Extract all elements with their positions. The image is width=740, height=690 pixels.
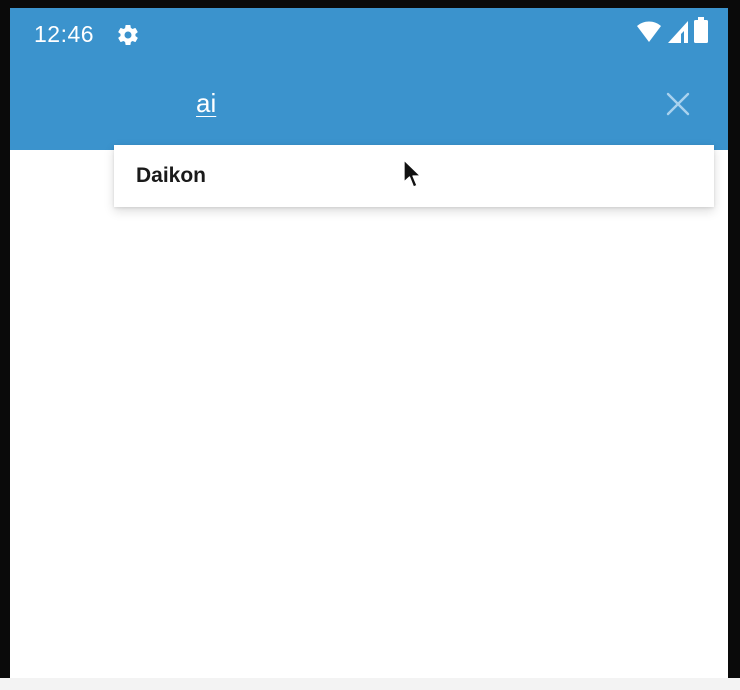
device-frame: 12:46 ai Daikon [0, 0, 740, 678]
search-input[interactable]: ai [196, 88, 216, 119]
suggestion-item[interactable]: Daikon [114, 145, 714, 207]
battery-icon [694, 17, 708, 48]
status-time: 12:46 [34, 21, 95, 47]
status-icons [636, 17, 708, 48]
suggestions-dropdown: Daikon [114, 145, 714, 207]
wifi-icon [636, 21, 662, 48]
suggestion-label: Daikon [136, 164, 207, 187]
close-icon [666, 92, 690, 116]
close-button[interactable] [660, 86, 696, 122]
app-bar: ai [10, 60, 728, 150]
phone-screen: 12:46 ai Daikon [10, 8, 728, 678]
gear-icon [116, 23, 140, 47]
signal-icon [668, 21, 688, 48]
status-bar: 12:46 [10, 8, 728, 60]
